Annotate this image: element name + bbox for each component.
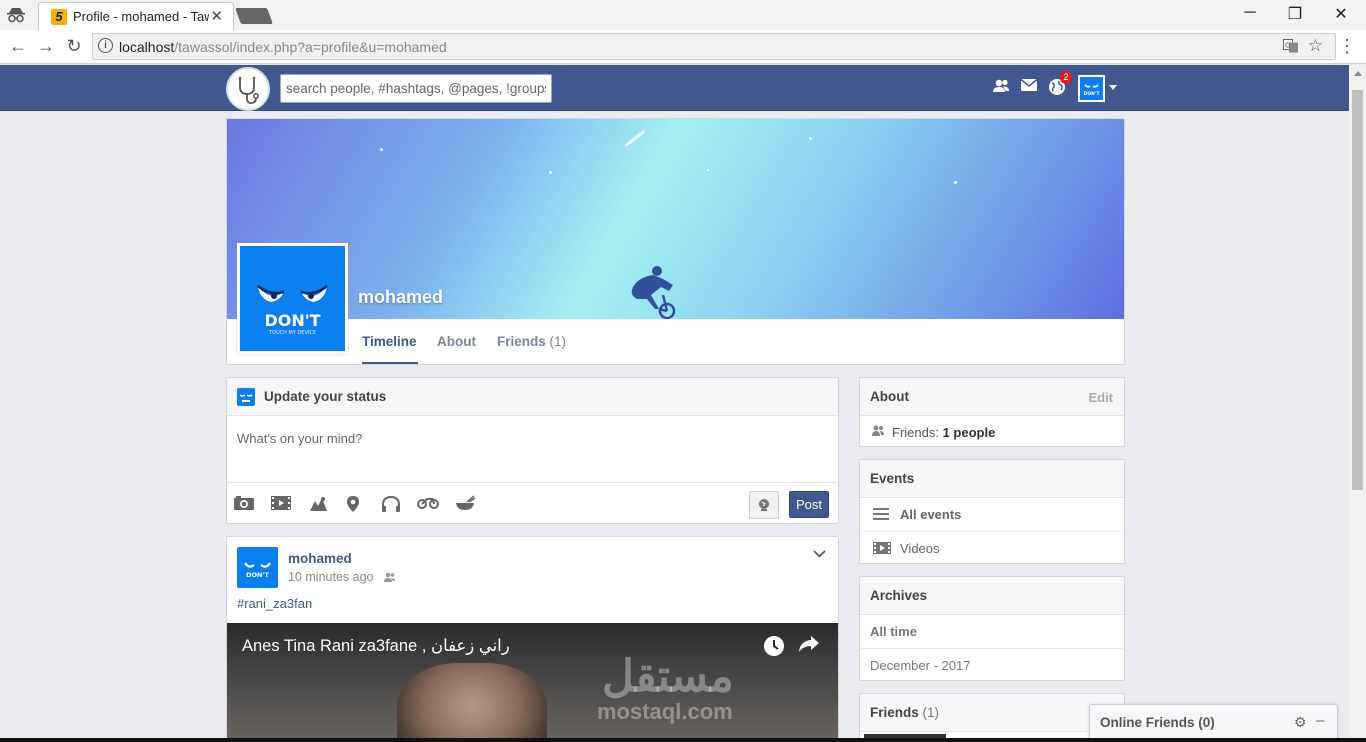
tab-timeline[interactable]: Timeline [362, 334, 417, 349]
video-thumbnail-face [397, 663, 547, 741]
tab-friends[interactable]: Friends (1) [497, 334, 566, 349]
post-button[interactable]: Post [789, 491, 829, 518]
stethoscope-icon [238, 76, 259, 104]
archives-panel: Archives All time December - 2017 [859, 576, 1125, 681]
watermark-english: mostaql.com [597, 699, 733, 724]
post-author-name[interactable]: mohamed [288, 551, 352, 566]
gear-icon[interactable]: ⚙ [1294, 714, 1307, 731]
sidebar-item-videos[interactable]: Videos [860, 531, 1124, 564]
tab-close-icon[interactable]: ✕ [210, 7, 223, 25]
friends-count: 1 people [942, 425, 996, 440]
minimize-icon[interactable]: ─ [1240, 4, 1260, 22]
svg-text:DON'T: DON'T [246, 571, 269, 579]
back-icon[interactable]: ← [8, 36, 28, 57]
friends-requests-icon[interactable] [992, 78, 1012, 98]
food-bowl-icon[interactable] [454, 495, 476, 513]
minimize-chat-icon[interactable]: – [1316, 712, 1324, 729]
location-icon[interactable] [346, 495, 368, 513]
friends-label: Friends: [892, 425, 939, 440]
incognito-icon [6, 7, 26, 23]
svg-text:DON'T: DON'T [1084, 91, 1101, 97]
online-friends-widget[interactable]: Online Friends (0) ⚙ – [1089, 704, 1338, 742]
active-tab-indicator [362, 362, 418, 364]
friends-icon [872, 425, 884, 436]
about-friends-row: Friends: 1 people [860, 416, 1124, 449]
watermark-arabic: مستقل [602, 652, 734, 701]
bookmark-star-icon[interactable]: ☆ [1308, 36, 1323, 56]
game-icon[interactable] [307, 495, 329, 513]
svg-text:TOUCH MY DEVICE: TOUCH MY DEVICE [268, 330, 316, 336]
browser-tab-active[interactable]: 5 Profile - mohamed - Tawassol ✕ [38, 2, 234, 30]
video-title[interactable]: Anes Tina Rani za3fane , راني زعفان [242, 636, 510, 656]
watch-later-clock-icon[interactable] [763, 635, 785, 663]
privacy-selector-button[interactable] [749, 491, 779, 519]
new-tab-button[interactable] [235, 8, 273, 24]
about-panel: About Edit Friends: 1 people [859, 377, 1125, 447]
url-text[interactable]: localhost/tawassol/index.php?a=profile&u… [119, 39, 447, 55]
status-textarea[interactable]: What's on your mind? [237, 431, 362, 446]
embedded-video[interactable]: Anes Tina Rani za3fane , راني زعفان مستق… [227, 623, 838, 741]
video-icon[interactable] [270, 495, 292, 513]
post-options-chevron-icon[interactable] [813, 545, 826, 561]
attachment-bar: Post [227, 482, 838, 523]
archive-all-time[interactable]: All time [860, 615, 1124, 648]
profile-name[interactable]: mohamed [358, 287, 443, 308]
info-icon[interactable]: i [98, 38, 113, 53]
notification-badge: 2 [1060, 71, 1072, 84]
site-favicon-icon: 5 [51, 9, 67, 25]
events-panel: Events All events Videos [859, 459, 1125, 564]
tab-title: Profile - mohamed - Tawassol [73, 9, 209, 24]
post-timestamp[interactable]: 10 minutes ago [288, 570, 396, 584]
list-icon [872, 507, 892, 523]
cyclist-silhouette [631, 266, 676, 319]
friends-title[interactable]: Friends (1) [870, 705, 939, 720]
browser-menu-icon[interactable]: ⋮ [1338, 36, 1356, 57]
svg-text:G: G [1285, 42, 1290, 50]
online-friends-title[interactable]: Online Friends (0) [1100, 715, 1215, 730]
feed-post: DON'T mohamed 10 minutes ago #rani_za3fa… [226, 536, 839, 742]
status-title: Update your status [264, 389, 387, 404]
composer-avatar [237, 388, 255, 406]
profile-header-card: DON'T TOUCH MY DEVICE mohamed Timeline A… [226, 118, 1125, 365]
header-avatar[interactable]: DON'T [1078, 75, 1105, 102]
tab-about[interactable]: About [437, 334, 476, 349]
share-arrow-icon[interactable] [798, 635, 820, 659]
restore-icon[interactable]: ❐ [1285, 4, 1305, 24]
archives-title: Archives [870, 588, 928, 603]
site-header: 2 DON'T [0, 65, 1349, 111]
profile-avatar[interactable]: DON'T TOUCH MY DEVICE [237, 243, 348, 354]
about-edit-link[interactable]: Edit [1088, 390, 1113, 405]
messages-icon[interactable] [1020, 78, 1040, 98]
scrollbar-thumb[interactable] [1352, 90, 1363, 490]
svg-text:DON'T: DON'T [264, 311, 320, 330]
video-icon [872, 541, 892, 557]
post-hashtag[interactable]: #rani_za3fan [237, 596, 312, 611]
about-title: About [870, 389, 909, 404]
archive-december-2017[interactable]: December - 2017 [860, 648, 1124, 681]
friends-privacy-icon [383, 572, 395, 582]
privacy-globe-icon [759, 499, 769, 511]
site-logo[interactable] [226, 67, 270, 111]
account-dropdown-caret-icon[interactable] [1109, 85, 1117, 90]
search-input[interactable] [280, 74, 552, 103]
taskbar-edge [0, 738, 1366, 742]
window-close-icon[interactable]: ✕ [1331, 4, 1351, 24]
camera-icon[interactable] [233, 495, 255, 513]
page-scrollbar[interactable] [1349, 65, 1366, 742]
post-author-avatar[interactable]: DON'T [237, 547, 278, 588]
address-bar[interactable]: i localhost/tawassol/index.php?a=profile… [92, 33, 1336, 60]
translate-icon[interactable]: G [1283, 39, 1299, 56]
browser-toolbar: ← → ↻ i localhost/tawassol/index.php?a=p… [0, 30, 1366, 64]
music-headphones-icon[interactable] [381, 495, 403, 513]
reload-icon[interactable]: ↻ [64, 36, 84, 57]
activity-bike-icon[interactable] [417, 495, 439, 513]
browser-tabbar: 5 Profile - mohamed - Tawassol ✕ ─ ❐ ✕ [0, 0, 1366, 30]
status-header: Update your status [227, 378, 838, 416]
events-title: Events [870, 471, 915, 486]
friends-panel: Friends (1) [859, 693, 1125, 742]
scroll-up-icon[interactable] [1354, 71, 1362, 76]
status-composer: Update your status What's on your mind? … [226, 377, 839, 524]
forward-icon[interactable]: → [36, 36, 56, 57]
sidebar-item-all-events[interactable]: All events [860, 498, 1124, 531]
